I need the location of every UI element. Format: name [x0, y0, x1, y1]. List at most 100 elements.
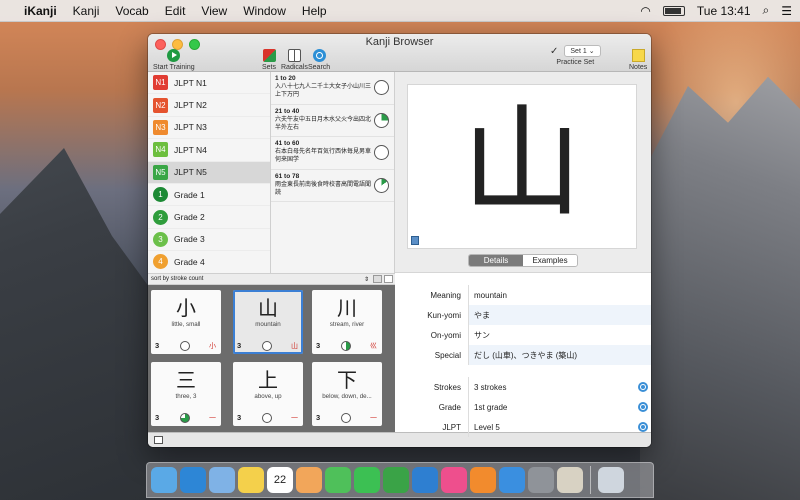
settings-icon[interactable] — [528, 467, 554, 493]
tab-details[interactable]: Details — [469, 255, 523, 266]
progress-circle-icon — [374, 112, 389, 128]
card-kanji: 川 — [337, 296, 357, 320]
card-kanji: 上 — [258, 368, 278, 392]
wifi-icon[interactable]: ◠ — [640, 4, 650, 18]
photos-icon[interactable] — [296, 467, 322, 493]
appstore-icon[interactable] — [499, 467, 525, 493]
radicals-button[interactable]: Radicals — [281, 49, 308, 71]
safari-icon[interactable] — [180, 467, 206, 493]
kanji-card[interactable]: 小 little, small 3 小 — [151, 290, 221, 354]
menu-window[interactable]: Window — [243, 4, 286, 18]
notification-center-icon[interactable]: ☰ — [781, 4, 792, 18]
notes-button[interactable]: Notes — [629, 49, 647, 71]
card-radical: 一 — [291, 415, 298, 422]
menu-kanji[interactable]: Kanji — [73, 4, 100, 18]
menu-help[interactable]: Help — [302, 4, 327, 18]
progress-circle-icon — [180, 341, 190, 351]
search-label: Search — [308, 64, 331, 71]
search-button[interactable]: Search — [308, 49, 330, 71]
keynote-icon[interactable] — [412, 467, 438, 493]
progress-circle-icon — [341, 413, 351, 423]
start-training-button[interactable]: Start Training — [153, 49, 195, 71]
range-item[interactable]: 21 to 40 六夫午友中五日月木水父火今出四北半外左右 — [271, 105, 394, 137]
trash-icon[interactable] — [598, 467, 624, 493]
mail-icon[interactable] — [209, 467, 235, 493]
finder-icon[interactable] — [151, 467, 177, 493]
range-item[interactable]: 41 to 60 右本白母先名年百気行西休毎見男車何来国学 — [271, 137, 394, 170]
menu-app[interactable]: iKanji — [24, 4, 57, 18]
practice-set-popup[interactable]: Set 1 ⌄ — [564, 45, 601, 57]
card-kanji: 下 — [337, 368, 357, 392]
set-item[interactable]: 1 Grade 1 — [148, 184, 270, 207]
notes-icon[interactable] — [238, 467, 264, 493]
progress-circle-icon — [341, 341, 351, 351]
range-title: 1 to 20 — [275, 75, 296, 82]
menu-edit[interactable]: Edit — [165, 4, 186, 18]
list-view-icon[interactable] — [384, 275, 393, 283]
kanji-card[interactable]: 山 mountain 3 山 — [233, 290, 303, 354]
range-kanji: 右本白母先名年百気行西休毎見男車何来国学 — [275, 149, 372, 163]
set-item[interactable]: 2 Grade 2 — [148, 206, 270, 229]
set-badge: 3 — [153, 231, 168, 247]
facetime-icon[interactable] — [354, 467, 380, 493]
detail-row: Meaning mountain — [395, 285, 651, 305]
stroke-order-icon[interactable] — [411, 236, 419, 245]
detail-value: 3 strokes — [468, 377, 651, 397]
card-strokes: 3 — [237, 341, 242, 350]
menubar-status: ◠ Tue 13:41 ⌕ ☰ — [640, 3, 792, 18]
set-label: JLPT N5 — [174, 167, 207, 178]
set-badge: N1 — [153, 75, 168, 91]
detail-row: Grade 1st grade — [395, 397, 651, 417]
grid-view-icon[interactable] — [373, 275, 382, 283]
checkmark-icon[interactable]: ✓ — [550, 46, 558, 57]
card-meaning: mountain — [255, 321, 281, 328]
progress-circle-icon — [374, 145, 389, 160]
range-item[interactable]: 1 to 20 入八十七九人二千土大女子小山川三上下万円 — [271, 72, 394, 105]
set-label: JLPT N2 — [174, 100, 207, 111]
radicals-icon — [287, 49, 301, 62]
card-radical: 巛 — [370, 343, 377, 350]
menubar-clock[interactable]: Tue 13:41 — [697, 4, 751, 18]
kanji-card[interactable]: 川 stream, river 3 巛 — [312, 290, 382, 354]
sort-popup[interactable]: sort by stroke count — [151, 276, 203, 282]
notes-label: Notes — [629, 64, 648, 71]
card-kanji: 三 — [176, 368, 196, 392]
practice-set-label: Practice Set — [556, 59, 595, 66]
detail-label: Grade — [438, 402, 461, 412]
progress-circle-icon — [374, 177, 389, 193]
sets-button[interactable]: Sets — [262, 49, 276, 71]
set-item[interactable]: N5 JLPT N5 — [148, 161, 270, 184]
sort-arrows-icon[interactable]: ⇕ — [364, 276, 369, 283]
set-item[interactable]: N4 JLPT N4 — [148, 139, 270, 162]
set-item[interactable]: 4 Grade 4 — [148, 251, 270, 274]
search-icon[interactable] — [638, 422, 648, 432]
numbers-icon[interactable] — [383, 467, 409, 493]
range-kanji: 雨金東長前南後食時校書高間電語聞読 — [275, 181, 372, 196]
range-item[interactable]: 61 to 78 雨金東長前南後食時校書高間電語聞読 — [271, 170, 394, 202]
menu-vocab[interactable]: Vocab — [115, 4, 148, 18]
set-item[interactable]: N1 JLPT N1 — [148, 72, 270, 95]
range-kanji: 六夫午友中五日月木水父火今出四北半外左右 — [275, 116, 372, 131]
menu-view[interactable]: View — [201, 4, 227, 18]
detail-label: Kun-yomi — [427, 310, 461, 320]
itunes-icon[interactable] — [441, 467, 467, 493]
search-icon[interactable] — [638, 402, 648, 412]
set-item[interactable]: N3 JLPT N3 — [148, 117, 270, 140]
ikanji-icon[interactable] — [557, 467, 583, 493]
tab-examples[interactable]: Examples — [523, 255, 577, 266]
spotlight-icon[interactable]: ⌕ — [763, 3, 770, 18]
set-item[interactable]: N2 JLPT N2 — [148, 94, 270, 117]
detail-label: Meaning — [430, 290, 461, 300]
battery-icon[interactable] — [662, 5, 685, 16]
range-title: 21 to 40 — [275, 107, 300, 115]
lock-icon[interactable] — [154, 436, 163, 444]
kanji-card[interactable]: 上 above, up 3 一 — [233, 362, 303, 426]
messages-icon[interactable] — [325, 467, 351, 493]
set-item[interactable]: 3 Grade 3 — [148, 229, 270, 252]
kanji-card[interactable]: 下 below, down, de... 3 一 — [312, 362, 382, 426]
card-kanji: 山 — [258, 296, 278, 320]
calendar-icon[interactable]: 22 — [267, 467, 293, 493]
kanji-card[interactable]: 三 three, 3 3 一 — [151, 362, 221, 426]
search-icon[interactable] — [638, 382, 648, 392]
ibooks-icon[interactable] — [470, 467, 496, 493]
